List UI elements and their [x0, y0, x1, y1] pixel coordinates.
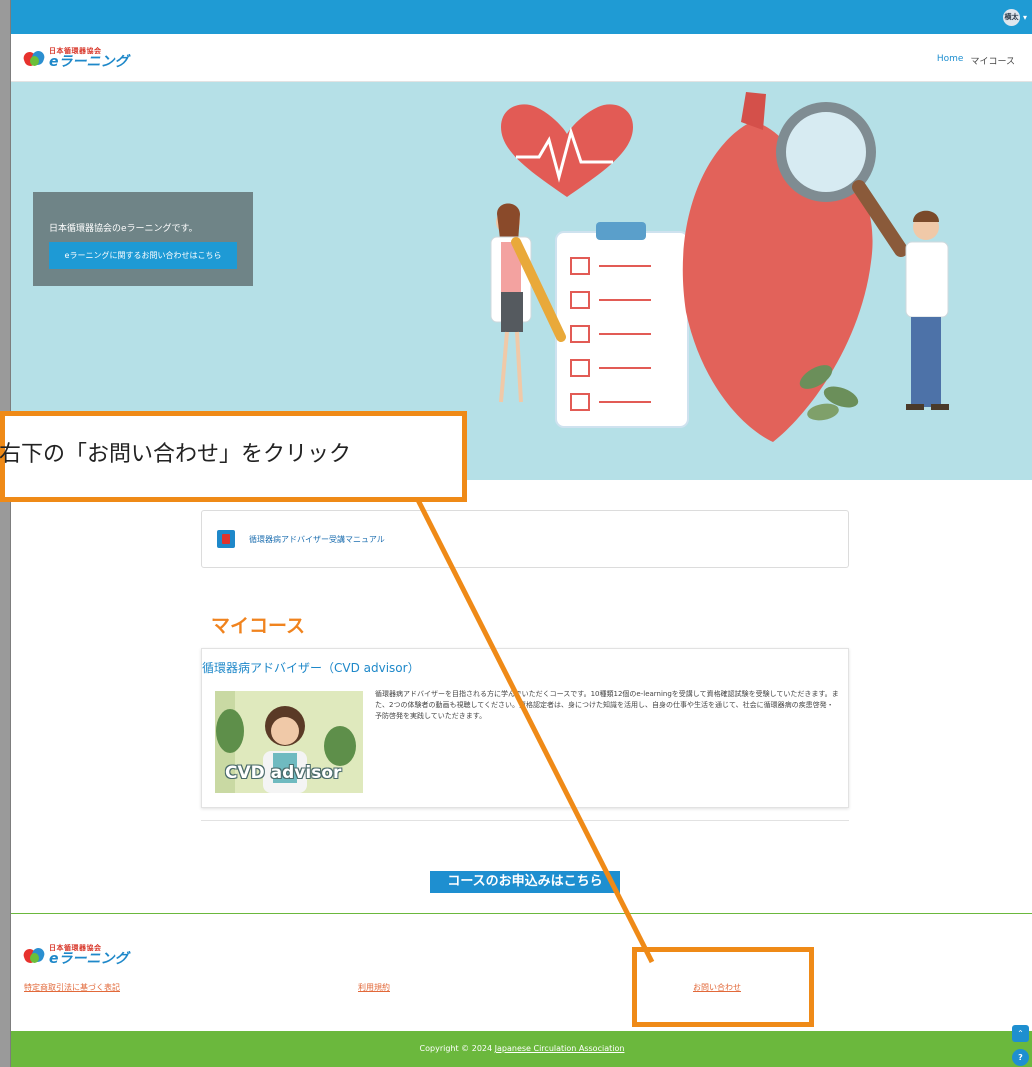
course-description: 循環器病アドバイザーを目指される方に学んでいただくコースです。10種類12個のe…	[375, 690, 839, 720]
hero-welcome-text: 日本循環器協会のeラーニングです。	[49, 224, 198, 234]
logo-site-name: eラーニング	[49, 54, 129, 70]
female-doctor-figure	[490, 203, 566, 403]
browser-page: 横太 ▾ 日本循環器協会 eラーニング Home マイコース 日本循環器協会のe…	[10, 0, 1032, 1067]
mycourse-heading: マイコース	[211, 615, 306, 637]
copyright-link[interactable]: Japanese Circulation Association	[495, 1044, 625, 1053]
user-menu[interactable]: 横太 ▾	[1002, 9, 1027, 26]
clipboard-checklist-icon	[555, 222, 689, 428]
footer-link-commerce[interactable]: 特定商取引法に基づく表記	[24, 982, 120, 993]
apply-course-button[interactable]: コースのお申込みはこちら	[430, 871, 620, 893]
scroll-top-button[interactable]: ⌃	[1012, 1025, 1029, 1042]
copyright-bar: Copyright © 2024 Japanese Circulation As…	[11, 1031, 1032, 1067]
course-title-link[interactable]: 循環器病アドバイザー（CVD advisor）	[202, 659, 420, 676]
site-header: 日本循環器協会 eラーニング Home マイコース	[11, 34, 1032, 82]
user-avatar[interactable]: 横太	[1002, 9, 1020, 26]
annotation-callout-text: 右下の「お問い合わせ」をクリック	[0, 442, 352, 467]
manual-card[interactable]: 循環器病アドバイザー受講マニュアル	[201, 510, 849, 568]
top-bar: 横太 ▾	[11, 0, 1032, 34]
male-doctor-figure	[905, 210, 949, 410]
course-thumbnail[interactable]: CVD advisor	[215, 691, 363, 793]
logo-mark-icon	[21, 945, 47, 965]
manual-link[interactable]: 循環器病アドバイザー受講マニュアル	[249, 534, 385, 545]
hero-contact-button[interactable]: eラーニングに関するお問い合わせはこちら	[49, 242, 237, 269]
footer-logo[interactable]: 日本循環器協会 eラーニング	[21, 945, 129, 967]
course-thumbnail-text: CVD advisor	[225, 763, 342, 783]
heart-pulse-icon	[501, 104, 633, 197]
annotation-highlight-box	[632, 947, 814, 1027]
nav-mycourse-link[interactable]: マイコース	[970, 54, 1015, 67]
nav-home-link[interactable]: Home	[937, 54, 964, 67]
footer-link-terms[interactable]: 利用規約	[358, 982, 390, 993]
site-logo[interactable]: 日本循環器協会 eラーニング	[21, 48, 129, 70]
annotation-callout: 右下の「お問い合わせ」をクリック	[0, 411, 467, 502]
main-nav: Home マイコース	[937, 54, 1015, 67]
pdf-icon	[217, 530, 235, 548]
footer-divider	[11, 913, 1032, 914]
footer-logo-site-name: eラーニング	[49, 951, 129, 967]
course-card[interactable]: 循環器病アドバイザー（CVD advisor） CVD advisor 循環器病…	[201, 648, 849, 808]
logo-mark-icon	[21, 48, 47, 68]
help-button[interactable]: ?	[1012, 1049, 1029, 1066]
chevron-down-icon[interactable]: ▾	[1023, 13, 1027, 22]
hero-welcome-box: 日本循環器協会のeラーニングです。 eラーニングに関するお問い合わせはこちら	[33, 192, 253, 286]
copyright-text: Copyright © 2024	[419, 1044, 495, 1053]
divider	[201, 820, 849, 821]
